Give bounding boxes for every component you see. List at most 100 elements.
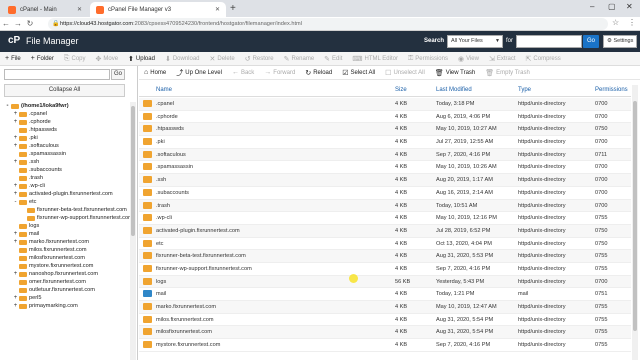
expand-icon[interactable]: + [12,230,19,238]
browser-menu-icon[interactable]: ⋮ [628,18,636,27]
tree-item[interactable]: milosfixrunnertest.com [4,254,128,262]
column-header-type[interactable]: Type [518,87,531,93]
table-row[interactable]: .ssh 4 KB Aug 20, 2019, 1:17 AM httpd/unix-… [139,174,631,187]
search-go-button[interactable]: Go [583,35,599,48]
tree-root-item[interactable]: - (/home1/loka9fwr) [4,102,128,110]
bookmark-star-icon[interactable]: ☆ [612,18,619,27]
toolbar-folder-button[interactable]: + Folder [26,55,59,62]
toolbar-html-editor-button[interactable]: ⌨ HTML Editor [347,55,403,63]
browser-tab-file-manager[interactable]: cPanel File Manager v3 ✕ [90,2,226,17]
close-tab-icon[interactable]: ✕ [215,6,220,13]
expand-icon[interactable]: + [12,294,19,302]
close-tab-icon[interactable]: ✕ [77,6,82,13]
toolbar-edit-button[interactable]: ✎ Edit [319,55,347,63]
scrollbar-thumb[interactable] [131,106,135,236]
toolbar-file-button[interactable]: + File [0,55,26,62]
expand-icon[interactable]: + [12,142,19,150]
tree-item[interactable]: mystore.fixrunnertest.com [4,262,128,270]
expand-icon[interactable]: + [12,158,19,166]
minimize-icon[interactable]: – [590,2,594,11]
toolbar-restore-button[interactable]: ↺ Restore [240,55,279,63]
close-window-icon[interactable]: ✕ [626,2,633,11]
nav-empty-trash-button[interactable]: 🗑 Empty Trash [480,69,535,77]
tree-item[interactable]: .subaccounts [4,166,128,174]
tree-item[interactable]: .htpasswds [4,126,128,134]
table-row[interactable]: .cpanel 4 KB Today, 3:18 PM httpd/unix-dire… [139,98,631,111]
url-field[interactable]: 🔒 https://cloud43.hostgator.com:2083/cps… [48,18,608,30]
tree-item[interactable]: - etc [4,198,128,206]
scrollbar-thumb[interactable] [633,101,637,331]
toolbar-upload-button[interactable]: ⬆ Upload [123,55,160,63]
table-row[interactable]: .pki 4 KB Jul 27, 2019, 12:55 AM httpd/unix… [139,136,631,149]
tree-item[interactable]: outletuur.fixrunnertest.com [4,286,128,294]
browser-back-icon[interactable]: ← [0,19,12,28]
table-row[interactable]: .spamassassin 4 KB May 10, 2019, 10:26 AM h… [139,161,631,175]
toolbar-move-button[interactable]: ✥ Move [91,55,124,63]
path-go-button[interactable]: Go [111,69,125,80]
tree-item[interactable]: + .wp-cli [4,182,128,190]
search-scope-select[interactable]: All Your Files ▼ [447,35,503,48]
nav-up-one-level-button[interactable]: ⤴ Up One Level [171,68,227,78]
tree-item[interactable]: + primaymarking.com [4,302,128,310]
table-row[interactable]: .subaccounts 4 KB Aug 16, 2019, 2:14 AM htt… [139,187,631,200]
toolbar-view-button[interactable]: ◉ View [453,55,484,63]
collapse-icon[interactable]: - [4,102,11,110]
table-row[interactable]: mail 4 KB Today, 1:21 PM mail 0751 [139,288,631,301]
browser-tab-cpanel-main[interactable]: cPanel - Main ✕ [2,2,88,17]
expand-icon[interactable]: + [12,182,19,190]
tree-item[interactable]: + nanoshop.fixrunnertest.com [4,270,128,278]
toolbar-compress-button[interactable]: ⇱ Compress [521,55,566,63]
table-row[interactable]: etc 4 KB Oct 13, 2020, 4:04 PM httpd/unix-d… [139,238,631,251]
tree-item[interactable]: + .cphorde [4,118,128,126]
nav-view-trash-button[interactable]: 🗑 View Trash [430,69,480,77]
table-row[interactable]: logs 56 KB Yesterday, 5:43 PM httpd/unix-di… [139,275,631,289]
tree-item[interactable]: + mail [4,230,128,238]
table-row[interactable]: .cphorde 4 KB Aug 6, 2019, 4:06 PM httpd/un… [139,111,631,124]
tree-item[interactable]: + .ssh [4,158,128,166]
tree-scrollbar[interactable] [130,102,136,360]
table-row[interactable]: mystore.fixrunnertest.com 4 KB Sep 7, 2020… [139,339,631,352]
tree-item[interactable]: .spamassassin [4,150,128,158]
table-row[interactable]: marko.fixrunnertest.com 4 KB May 10, 2019,… [139,301,631,314]
tree-item[interactable]: .trash [4,174,128,182]
tree-item[interactable]: + perl5 [4,294,128,302]
tree-item[interactable]: omer.fixrunnertest.com [4,278,128,286]
tree-item[interactable]: milos.fixrunnertest.com [4,246,128,254]
table-row[interactable]: fixrunner-beta-test.fixrunnertest.com 4 K… [139,250,631,263]
nav-home-button[interactable]: ⌂ Home [139,69,171,76]
table-row[interactable]: .trash 4 KB Today, 10:51 AM httpd/unix-dire… [139,199,631,213]
column-header-size[interactable]: Size [395,87,407,93]
collapse-all-button[interactable]: Collapse All [4,84,125,97]
nav-select-all-button[interactable]: ☑ Select All [337,69,380,77]
expand-icon[interactable]: + [12,134,19,142]
path-input[interactable] [4,69,110,80]
table-row[interactable]: .wp-cli 4 KB May 10, 2019, 12:16 PM httpd/u… [139,212,631,225]
browser-forward-icon[interactable]: → [12,19,24,28]
file-list-scrollbar[interactable] [632,85,638,360]
tree-item[interactable]: + activated-plugin.fixrunnertest.com [4,190,128,198]
tree-item[interactable]: fixrunner-wp-support.fixrunnertest.com [4,214,133,222]
table-row[interactable]: .htpasswds 4 KB May 10, 2019, 10:27 AM http… [139,123,631,137]
search-input[interactable] [516,35,582,48]
table-row[interactable]: .softaculous 4 KB Sep 7, 2020, 4:16 PM http… [139,148,631,162]
table-row[interactable]: activated-plugin.fixrunnertest.com 4 KB Ju… [139,224,631,238]
tree-item[interactable]: fixrunner-beta-test.fixrunnertest.com [4,206,128,214]
expand-icon[interactable]: + [12,118,19,126]
tree-item[interactable]: + .pki [4,134,128,142]
tree-item[interactable]: logs [4,222,128,230]
table-row[interactable]: fixrunner-wp-support.fixrunnertest.com 4 … [139,263,631,276]
nav-unselect-all-button[interactable]: ☐ Unselect All [380,69,430,77]
nav-back-button[interactable]: ← Back [227,69,259,76]
settings-button[interactable]: ⚙ Settings [603,35,637,48]
column-header-permissions[interactable]: Permissions [595,87,628,93]
table-row[interactable]: milos.fixrunnertest.com 4 KB Aug 31, 2020,… [139,314,631,327]
toolbar-download-button[interactable]: ⬇ Download [160,55,205,63]
column-header-last-modified[interactable]: Last Modified [436,87,472,93]
expand-icon[interactable]: + [12,110,19,118]
new-tab-icon[interactable]: + [230,3,236,14]
toolbar-extract-button[interactable]: ⇲ Extract [484,55,521,63]
tree-item[interactable]: + .softaculous [4,142,128,150]
column-header-name[interactable]: Name [156,87,172,93]
expand-icon[interactable]: + [12,190,19,198]
expand-icon[interactable]: + [12,302,19,310]
